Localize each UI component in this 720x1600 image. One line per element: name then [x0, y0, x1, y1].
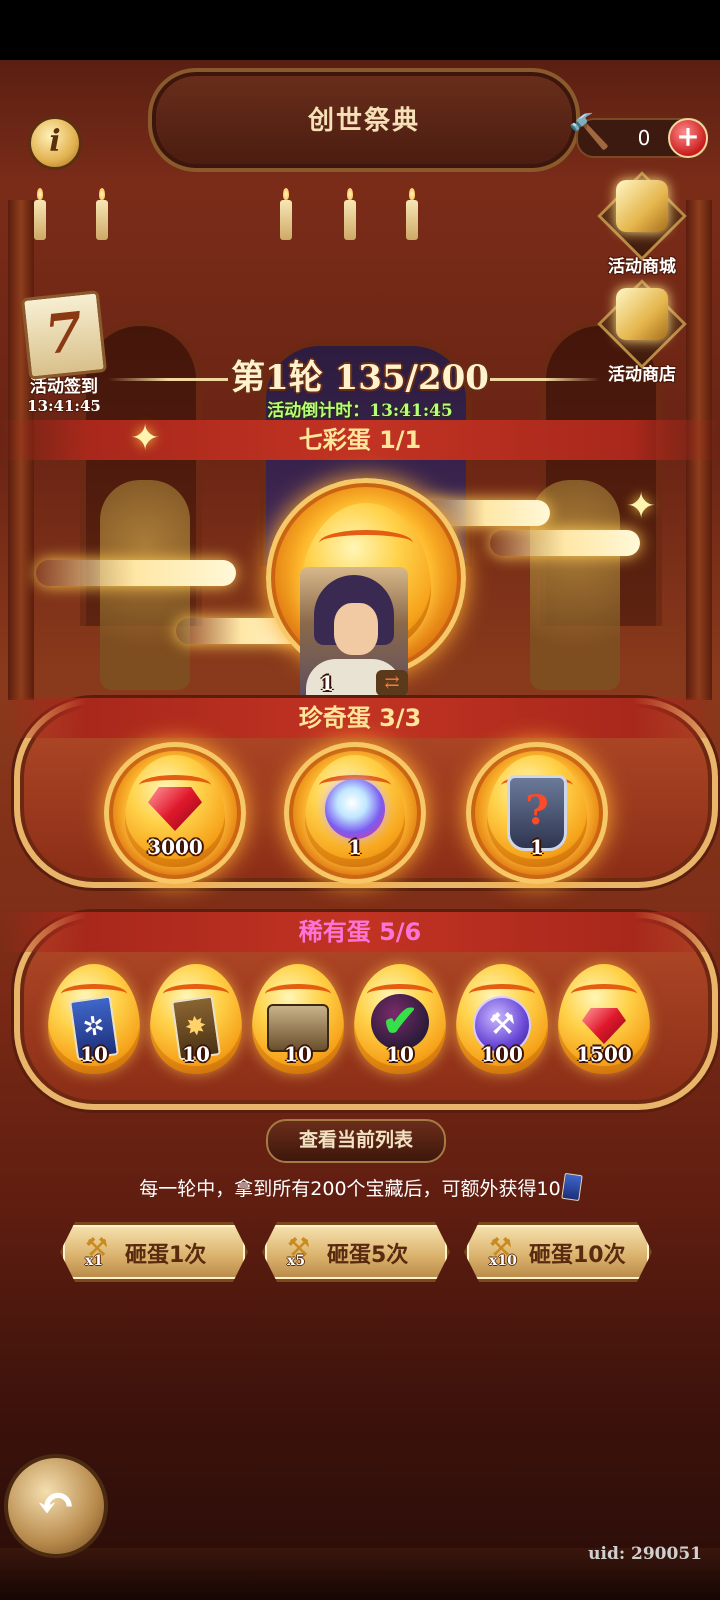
candle [34, 188, 46, 240]
item-count: 100 [481, 1042, 523, 1066]
title-plaque: 创世祭典 [148, 68, 580, 172]
hero-face [334, 603, 378, 655]
back-button[interactable]: ↶ [4, 1454, 108, 1558]
ruby-gem-icon [148, 787, 202, 831]
round-progress: 第1轮 135/200 [231, 358, 489, 398]
smash-10-button[interactable]: ⚒ x10 砸蛋10次 [464, 1222, 652, 1282]
bonus-description-text: 每一轮中，拿到所有200个宝藏后，可额外获得10 [139, 1178, 561, 1200]
ruby-gem-icon [582, 1008, 626, 1044]
candle [406, 188, 418, 240]
bonus-description: 每一轮中，拿到所有200个宝藏后，可额外获得10 [0, 1172, 720, 1202]
view-current-list-button[interactable]: 查看当前列表 [266, 1119, 446, 1163]
game-screen: 创世祭典 i 🔨 0 + 活动商城 活动商店 7 活动签到 13:41:45 第… [0, 60, 720, 1600]
item-count: 1 [530, 835, 544, 859]
candle [344, 188, 356, 240]
multiplier-label: x10 [489, 1253, 517, 1269]
smash-button-label: 砸蛋5次 [327, 1243, 409, 1268]
rare-treasure-egg[interactable]: 1 [284, 742, 426, 884]
glow-cloud [490, 530, 640, 556]
candle [96, 188, 108, 240]
rare-treasure-banner: 珍奇蛋 3/3 [0, 698, 720, 738]
smash-button-label: 砸蛋1次 [125, 1243, 207, 1268]
gold-bars-icon [616, 288, 668, 340]
item-count: 1500 [576, 1042, 632, 1066]
item-count: 10 [386, 1042, 414, 1066]
rainbow-egg-banner: 七彩蛋 1/1 [0, 420, 720, 460]
glow-cloud [36, 560, 236, 586]
gift-box-icon [616, 180, 668, 232]
back-arrow-icon: ↶ [35, 1476, 77, 1532]
event-mall-button[interactable]: 活动商城 [592, 171, 692, 277]
rare-treasure-egg[interactable]: ? 1 [466, 742, 608, 884]
rare-treasure-egg[interactable]: 3000 [104, 742, 246, 884]
item-count: 1 [348, 835, 362, 859]
smash-1-button[interactable]: ⚒ x1 砸蛋1次 [60, 1222, 248, 1282]
multiplier-label: x1 [85, 1253, 104, 1269]
swap-icon: ⇄ [376, 670, 408, 696]
hammer-counter: 🔨 0 + [568, 112, 708, 158]
item-count: 10 [182, 1042, 210, 1066]
item-count: 3000 [147, 835, 203, 859]
magic-orb-icon [325, 779, 385, 839]
sparkle: ✦ [130, 418, 161, 459]
event-countdown: 活动倒计时：13:41:45 [267, 401, 453, 421]
hammer-icon: 🔨 [568, 112, 611, 152]
sparkle: ✦ [626, 486, 657, 527]
smash-5-button[interactable]: ⚒ x5 砸蛋5次 [262, 1222, 450, 1282]
multiplier-label: x5 [287, 1253, 306, 1269]
add-hammer-button[interactable]: + [668, 118, 708, 158]
page-title: 创世祭典 [307, 106, 420, 136]
info-icon: i [49, 124, 61, 159]
item-count: 10 [284, 1042, 312, 1066]
item-count: 10 [80, 1042, 108, 1066]
card-icon [560, 1172, 583, 1202]
hammer-count: 0 [637, 126, 651, 150]
smash-button-label: 砸蛋10次 [529, 1243, 626, 1268]
candle [280, 188, 292, 240]
user-id: uid: 290051 [588, 1544, 702, 1564]
rare-egg-banner: 稀有蛋 5/6 [0, 912, 720, 952]
info-button[interactable]: i [28, 116, 82, 170]
